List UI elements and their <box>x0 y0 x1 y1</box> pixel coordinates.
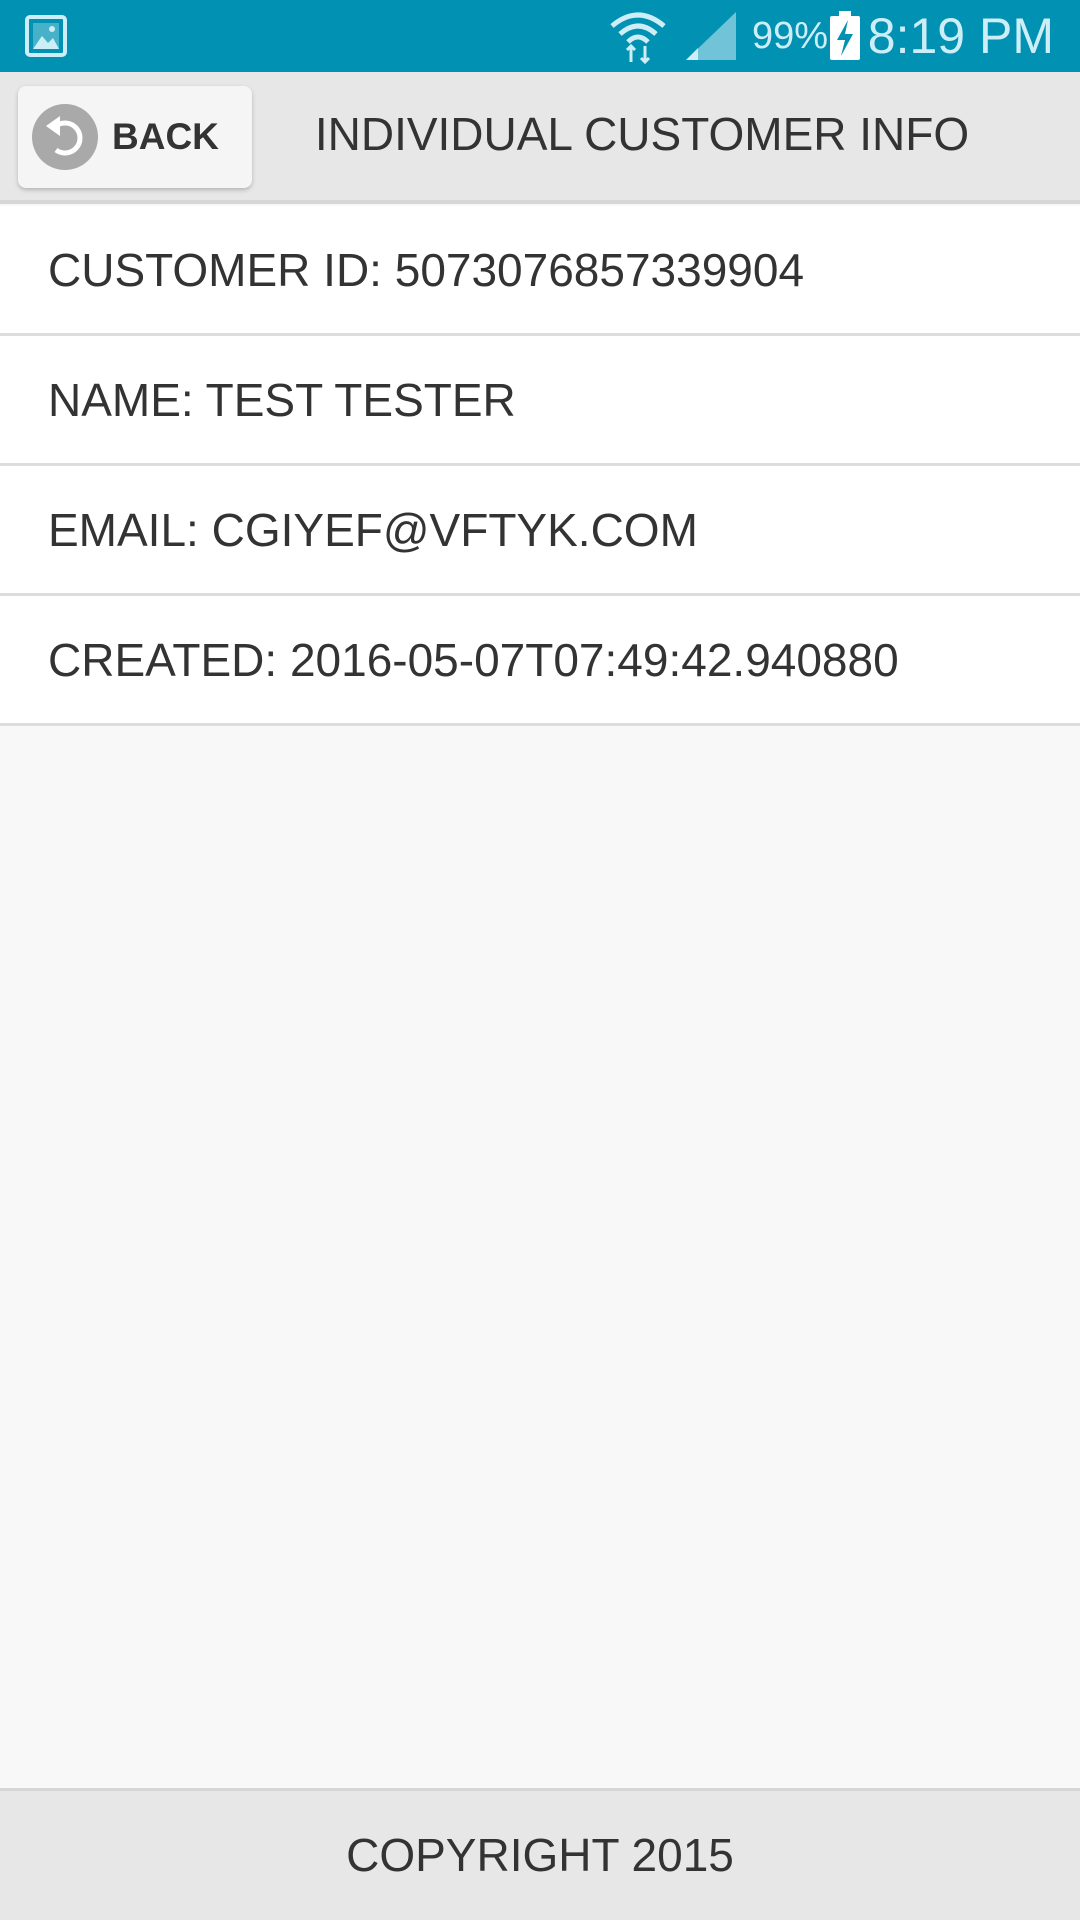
status-clock: 8:19 PM <box>867 8 1054 64</box>
wifi-icon <box>610 12 666 65</box>
customer-name-row: NAME: TEST TESTER <box>0 336 1080 466</box>
customer-created-row: CREATED: 2016-05-07T07:49:42.940880 <box>0 596 1080 726</box>
back-button[interactable]: BACK <box>18 86 252 188</box>
page-title: INDIVIDUAL CUSTOMER INFO <box>314 108 970 160</box>
battery-percent: 99% <box>752 15 829 57</box>
customer-email-text: EMAIL: CGIYEF@VFTYK.COM <box>48 504 698 556</box>
customer-name-text: NAME: TEST TESTER <box>48 374 516 426</box>
signal-icon <box>686 12 736 60</box>
customer-id-row: CUSTOMER ID: 5073076857339904 <box>0 206 1080 336</box>
app-screen: 99% 8:19 PM BACK INDIVIDUAL CUSTOMER INF… <box>0 0 1080 1920</box>
customer-created-text: CREATED: 2016-05-07T07:49:42.940880 <box>48 634 899 686</box>
status-bar: 99% 8:19 PM <box>0 0 1080 72</box>
app-header: BACK INDIVIDUAL CUSTOMER INFO <box>0 72 1080 204</box>
battery-charging-icon <box>830 11 860 60</box>
undo-arrow-icon <box>32 104 98 170</box>
app-footer: COPYRIGHT 2015 <box>0 1788 1080 1920</box>
customer-email-row: EMAIL: CGIYEF@VFTYK.COM <box>0 466 1080 596</box>
copyright-text: COPYRIGHT 2015 <box>346 1829 734 1881</box>
customer-id-text: CUSTOMER ID: 5073076857339904 <box>48 244 805 296</box>
customer-info-list: CUSTOMER ID: 5073076857339904 NAME: TEST… <box>0 206 1080 726</box>
gallery-icon <box>25 15 67 57</box>
back-button-label: BACK <box>112 116 219 157</box>
